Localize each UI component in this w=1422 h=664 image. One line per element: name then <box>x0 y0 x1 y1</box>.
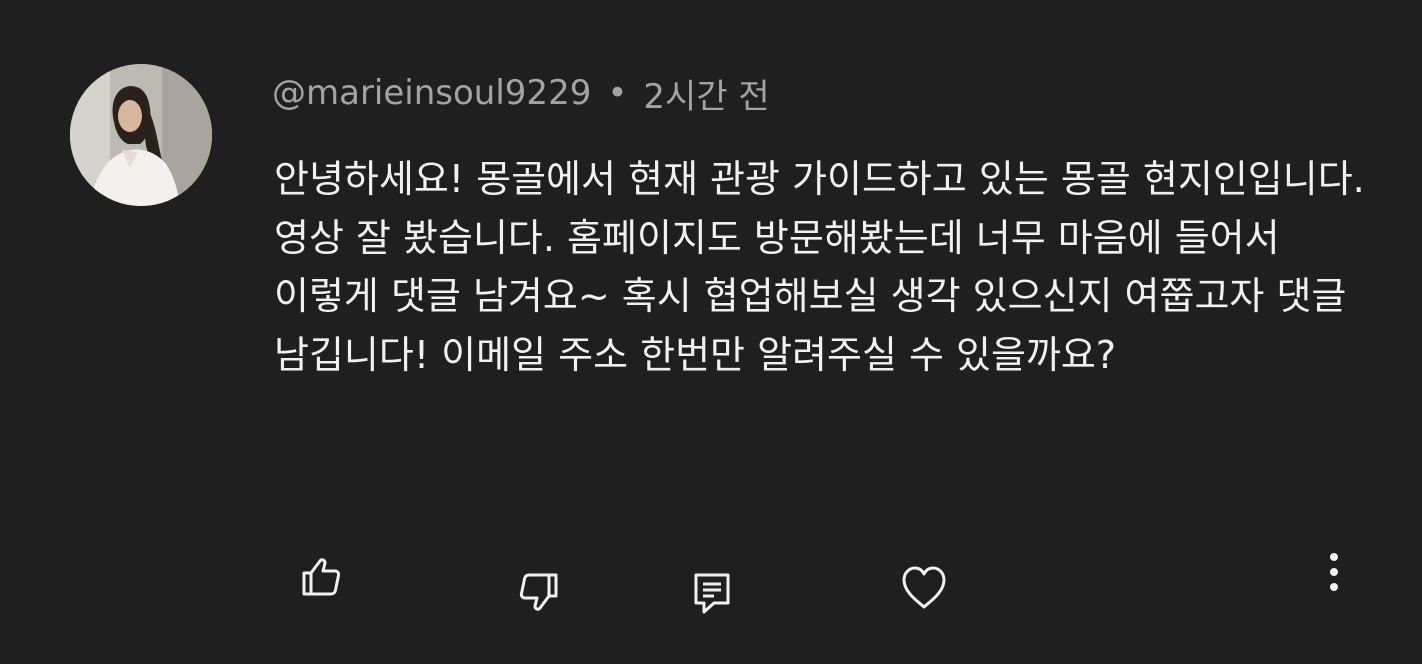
author-name[interactable]: @marieinsoul9229 <box>272 73 591 113</box>
comment-card: @marieinsoul9229 • 2시간 전 안녕하세요! 몽골에서 현재 … <box>0 0 1422 664</box>
thumbs-down-icon <box>519 573 558 611</box>
comment-meta: @marieinsoul9229 • 2시간 전 <box>272 69 770 118</box>
heart-button[interactable] <box>896 560 952 616</box>
reply-icon <box>694 573 730 614</box>
heart-icon <box>902 566 946 609</box>
avatar-image <box>70 64 212 206</box>
like-button[interactable] <box>292 548 348 604</box>
avatar[interactable] <box>70 64 212 206</box>
timestamp[interactable]: 2시간 전 <box>643 69 769 118</box>
more-vertical-icon <box>1330 553 1338 591</box>
thumbs-up-icon <box>302 558 341 596</box>
reply-button[interactable] <box>684 565 740 621</box>
more-options-button[interactable] <box>1306 544 1362 600</box>
comment-text: 안녕하세요! 몽골에서 현재 관광 가이드하고 있는 몽골 현지인입니다.영상 … <box>274 157 1365 377</box>
meta-separator: • <box>607 73 628 113</box>
dislike-button[interactable] <box>512 565 568 621</box>
